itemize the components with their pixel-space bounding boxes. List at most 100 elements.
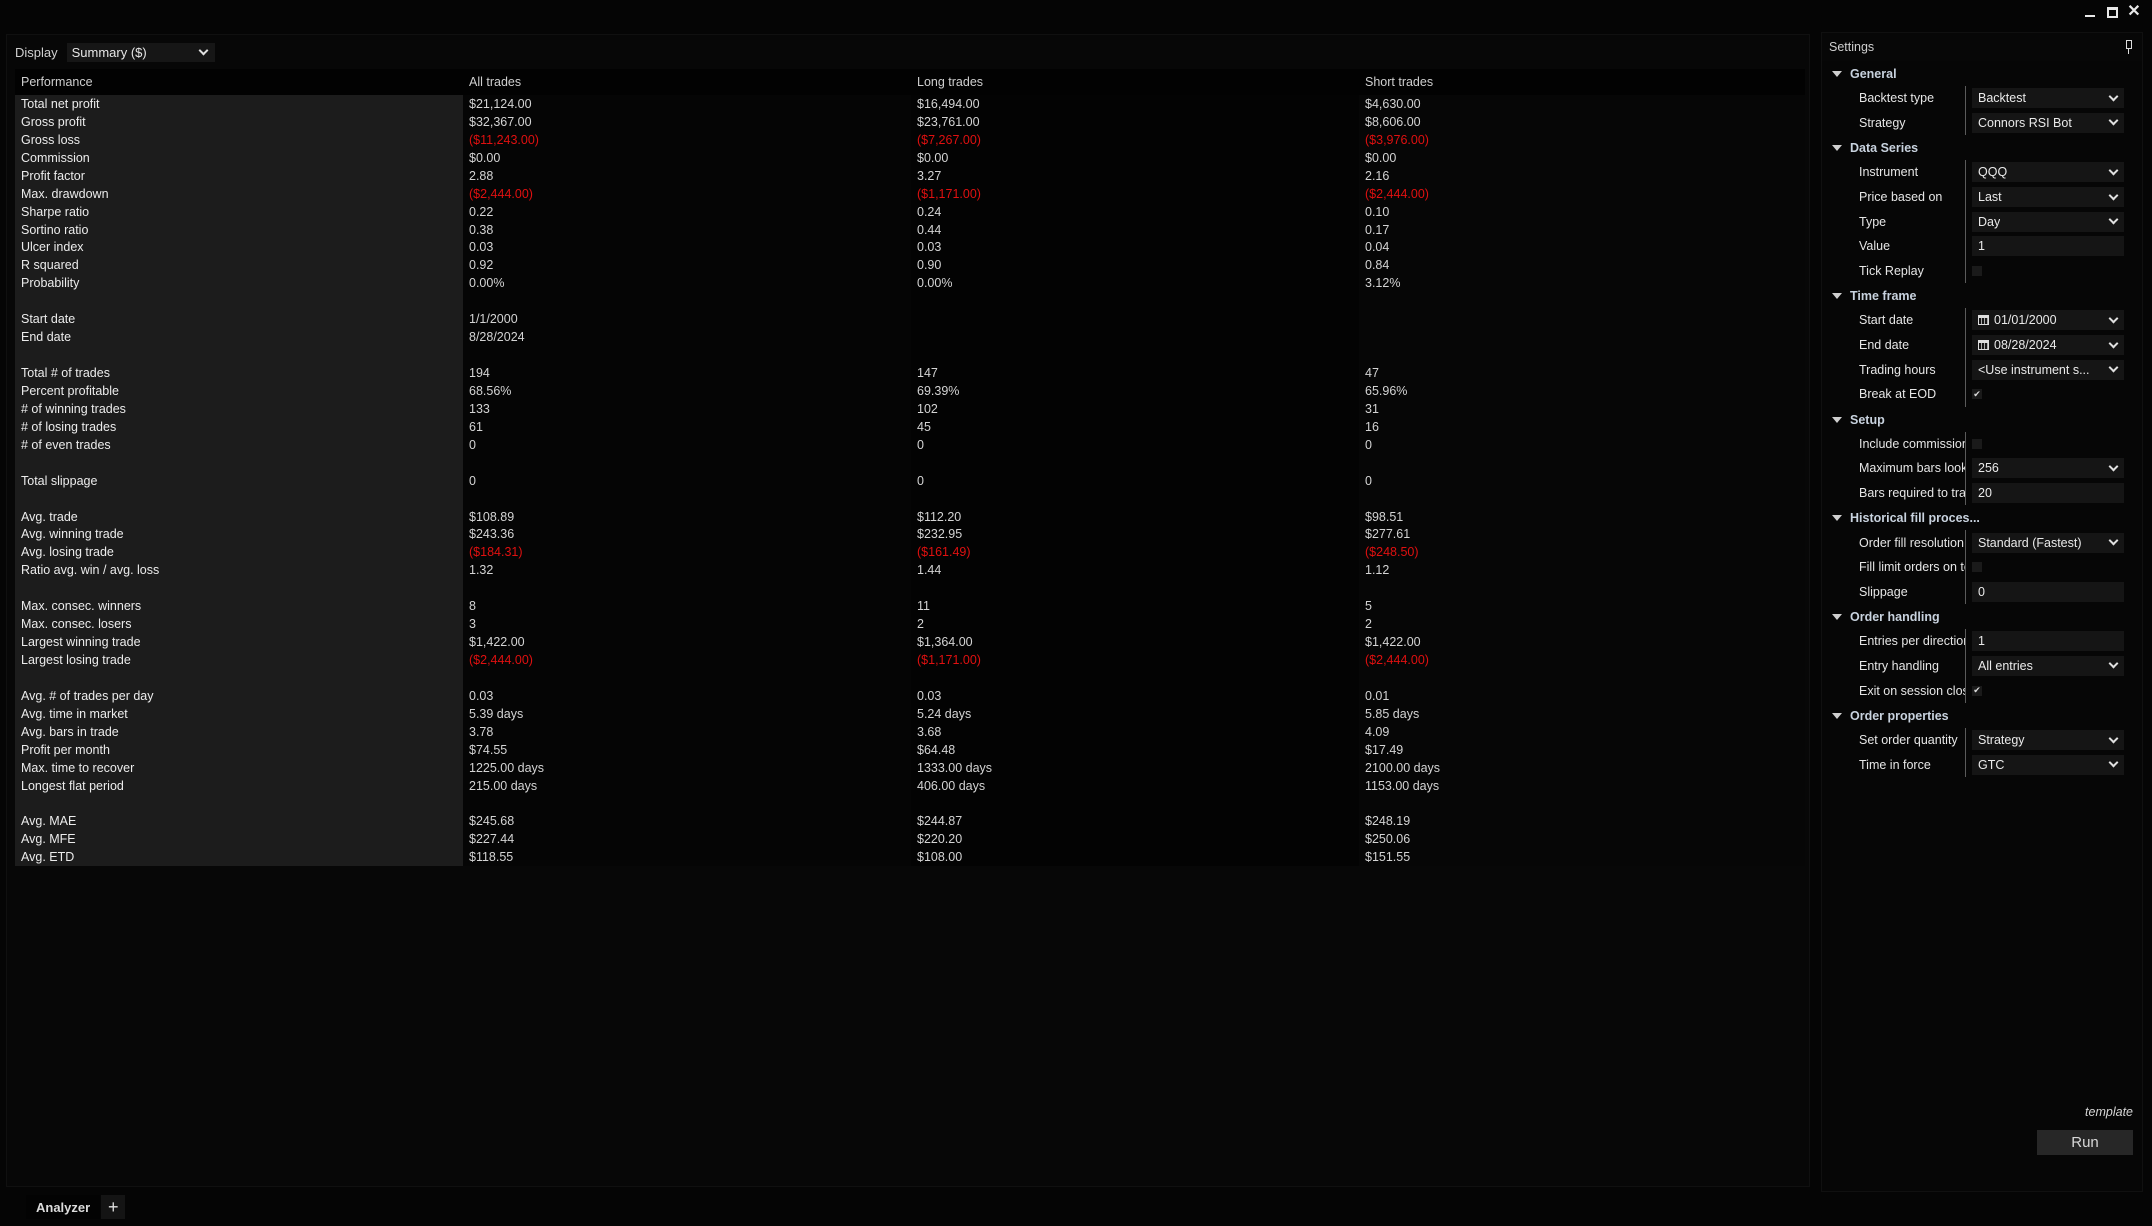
long-trades-value: 69.39% (911, 382, 1359, 400)
table-row[interactable]: Commission $0.00 $0.00 $0.00 (15, 148, 1805, 167)
table-row[interactable] (15, 346, 1805, 365)
setting-select[interactable]: Backtest (1972, 88, 2124, 109)
row-label: Max. drawdown (15, 184, 463, 203)
short-trades-value: $250.06 (1359, 830, 1805, 849)
table-row[interactable]: Ulcer index 0.03 0.03 0.04 (15, 238, 1805, 257)
setting-select[interactable]: Connors RSI Bot (1972, 112, 2124, 133)
table-row[interactable]: Ratio avg. win / avg. loss 1.32 1.44 1.12 (15, 561, 1805, 580)
calendar-icon (1978, 315, 1989, 326)
setting-fill-limit-orders-on-to: Fill limit orders on to... (1822, 554, 2142, 580)
close-button[interactable]: ✕ (2126, 4, 2142, 20)
table-row[interactable]: Max. time to recover 1225.00 days 1333.00 … (15, 758, 1805, 777)
pin-icon[interactable] (2124, 40, 2134, 54)
group-label: Time frame (1850, 289, 1917, 304)
long-trades-value (911, 346, 1359, 365)
setting-checkbox[interactable]: ✔ (1972, 685, 1982, 696)
display-select[interactable]: Summary ($) (66, 42, 215, 62)
setting-select[interactable]: GTC (1972, 754, 2124, 775)
setting-date-picker[interactable]: 01/01/2000 (1972, 310, 2124, 331)
minimize-button[interactable] (2082, 4, 2098, 20)
setting-select[interactable]: QQQ (1972, 162, 2124, 183)
table-row[interactable] (15, 579, 1805, 598)
setting-value: Standard (Fastest) (1978, 535, 2082, 550)
table-row[interactable]: Avg. losing trade ($184.31) ($161.49) ($248… (15, 543, 1805, 562)
table-row[interactable]: Avg. MFE $227.44 $220.20 $250.06 (15, 830, 1805, 849)
table-row[interactable]: # of winning trades 133 102 31 (15, 399, 1805, 418)
table-row[interactable]: Avg. ETD $118.55 $108.00 $151.55 (15, 848, 1805, 867)
setting-select[interactable]: All entries (1972, 655, 2124, 676)
setting-checkbox[interactable] (1972, 265, 1982, 276)
setting-input[interactable]: 0 (1972, 581, 2124, 602)
table-row[interactable]: Avg. winning trade $243.36 $232.95 $277.61 (15, 525, 1805, 544)
template-link[interactable]: template (2085, 1105, 2133, 1119)
group-header[interactable]: Data Series (1822, 136, 2142, 160)
group-header[interactable]: Order handling (1822, 605, 2142, 629)
setting-select[interactable]: Last (1972, 187, 2124, 208)
setting-checkbox[interactable]: ✔ (1972, 389, 1982, 400)
group-header[interactable]: Time frame (1822, 284, 2142, 308)
setting-select[interactable]: 256 (1972, 458, 2124, 479)
table-row[interactable]: Total slippage 0 0 0 (15, 471, 1805, 490)
header-long-trades[interactable]: Long trades (911, 75, 1359, 89)
setting-checkbox[interactable] (1972, 438, 1982, 449)
table-row[interactable] (15, 292, 1805, 311)
table-row[interactable]: Avg. bars in trade 3.78 3.68 4.09 (15, 722, 1805, 741)
setting-input[interactable]: 20 (1972, 483, 2124, 504)
group-header[interactable]: Historical fill proces... (1822, 506, 2142, 530)
table-row[interactable]: Max. consec. winners 8 11 5 (15, 597, 1805, 616)
setting-checkbox[interactable] (1972, 562, 1982, 573)
table-row[interactable] (15, 794, 1805, 813)
table-row[interactable]: Total # of trades 194 147 47 (15, 364, 1805, 382)
setting-value-wrap: <Use instrument s... (1978, 363, 2090, 377)
setting-input[interactable]: 1 (1972, 631, 2124, 652)
header-all-trades[interactable]: All trades (463, 75, 911, 89)
table-row[interactable]: Gross loss ($11,243.00) ($7,267.00) ($3,976… (15, 130, 1805, 149)
all-trades-value: 0.92 (463, 256, 911, 275)
tab-analyzer[interactable]: Analyzer (26, 1195, 101, 1219)
table-row[interactable]: # of losing trades 61 45 16 (15, 417, 1805, 436)
table-row[interactable]: Gross profit $32,367.00 $23,761.00 $8,606.0… (15, 112, 1805, 131)
setting-value-wrap: 0 (1978, 585, 1985, 599)
table-row[interactable]: Percent profitable 68.56% 69.39% 65.96% (15, 382, 1805, 400)
setting-select[interactable]: Standard (Fastest) (1972, 532, 2124, 553)
table-row[interactable]: R squared 0.92 0.90 0.84 (15, 256, 1805, 275)
table-row[interactable]: Largest winning trade $1,422.00 $1,364.00 $… (15, 633, 1805, 652)
table-row[interactable] (15, 669, 1805, 687)
table-row[interactable]: Sortino ratio 0.38 0.44 0.17 (15, 220, 1805, 239)
table-row[interactable]: Total net profit $21,124.00 $16,494.00 $4,6… (15, 95, 1805, 113)
table-row[interactable]: Max. consec. losers 3 2 2 (15, 615, 1805, 634)
table-row[interactable]: Profit factor 2.88 3.27 2.16 (15, 166, 1805, 185)
table-row[interactable]: Start date 1/1/2000 (15, 310, 1805, 329)
table-row[interactable] (15, 453, 1805, 472)
table-row[interactable]: Largest losing trade ($2,444.00) ($1,171.0… (15, 651, 1805, 669)
table-row[interactable] (15, 489, 1805, 508)
add-tab-button[interactable]: + (101, 1195, 126, 1219)
run-button[interactable]: Run (2037, 1130, 2133, 1155)
setting-input[interactable]: 1 (1972, 236, 2124, 257)
table-row[interactable]: Sharpe ratio 0.22 0.24 0.10 (15, 202, 1805, 221)
long-trades-value: ($1,171.00) (911, 184, 1359, 203)
setting-select[interactable]: Strategy (1972, 730, 2124, 751)
setting-date-picker[interactable]: 08/28/2024 (1972, 335, 2124, 356)
table-row[interactable]: Probability 0.00% 0.00% 3.12% (15, 274, 1805, 293)
close-icon: ✕ (2127, 3, 2141, 20)
table-row[interactable]: Avg. time in market 5.39 days 5.24 days 5.8… (15, 704, 1805, 723)
table-row[interactable]: Max. drawdown ($2,444.00) ($1,171.00) ($2,4… (15, 184, 1805, 203)
maximize-button[interactable] (2104, 4, 2120, 20)
group-header[interactable]: Order properties (1822, 704, 2142, 728)
group-header[interactable]: General (1822, 62, 2142, 86)
setting-select[interactable]: <Use instrument s... (1972, 359, 2124, 380)
table-row[interactable]: Avg. trade $108.89 $112.20 $98.51 (15, 507, 1805, 526)
table-row[interactable]: Profit per month $74.55 $64.48 $17.49 (15, 740, 1805, 759)
header-short-trades[interactable]: Short trades (1359, 75, 1805, 89)
table-row[interactable]: Avg. # of trades per day 0.03 0.03 0.01 (15, 686, 1805, 705)
table-row[interactable]: End date 8/28/2024 (15, 328, 1805, 347)
setting-value: 0 (1978, 584, 1985, 599)
table-row[interactable]: # of even trades 0 0 0 (15, 435, 1805, 454)
group-header[interactable]: Setup (1822, 408, 2142, 432)
long-trades-value: $112.20 (911, 507, 1359, 526)
header-performance[interactable]: Performance (15, 75, 463, 89)
table-row[interactable]: Longest flat period 215.00 days 406.00 day… (15, 776, 1805, 795)
table-row[interactable]: Avg. MAE $245.68 $244.87 $248.19 (15, 812, 1805, 831)
setting-select[interactable]: Day (1972, 211, 2124, 232)
